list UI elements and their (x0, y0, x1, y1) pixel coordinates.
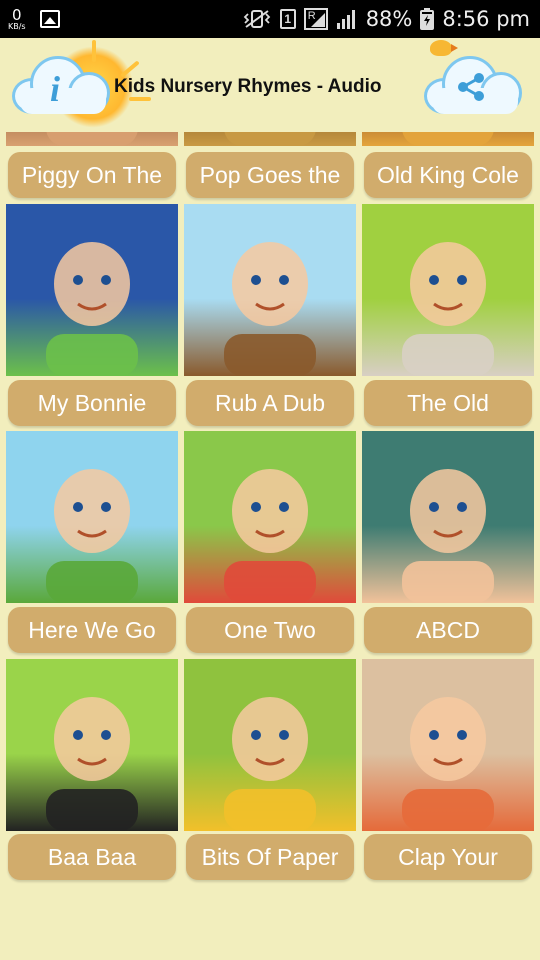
rhyme-thumbnail[interactable] (362, 431, 534, 603)
rhyme-illustration (224, 132, 316, 146)
app-header: i Kids Nursery Rhymes - Audio (0, 38, 540, 132)
network-speed: 0 KB/s (8, 5, 26, 31)
battery-percent: 88% (365, 7, 413, 31)
rhyme-illustration (224, 697, 316, 831)
sim-icon: 1 (279, 9, 296, 29)
rhyme-button[interactable]: Baa Baa (8, 834, 176, 880)
rhyme-illustration (402, 469, 494, 603)
rhyme-thumbnail[interactable] (6, 132, 178, 146)
rhyme-button[interactable]: Pop Goes the (186, 152, 354, 198)
rhyme-illustration (224, 469, 316, 603)
rhyme-illustration (46, 697, 138, 831)
signal-icon (336, 10, 355, 29)
rhyme-button[interactable]: Rub A Dub (186, 380, 354, 426)
battery-charging-icon (420, 8, 435, 30)
network-speed-value: 0 (12, 5, 22, 24)
rhyme-thumbnail[interactable] (362, 204, 534, 376)
image-notification-icon (39, 10, 60, 28)
rhyme-button[interactable]: Bits Of Paper (186, 834, 354, 880)
rhyme-illustration (402, 242, 494, 376)
rhyme-button[interactable]: Old King Cole (364, 152, 532, 198)
rhyme-illustration (224, 242, 316, 376)
rhyme-thumbnail[interactable] (362, 659, 534, 831)
rhyme-button[interactable]: ABCD (364, 607, 532, 653)
vibrate-icon (243, 10, 270, 28)
app-title: Kids Nursery Rhymes - Audio (114, 76, 382, 97)
rhyme-illustration (402, 697, 494, 831)
rhyme-illustration (46, 132, 138, 146)
rhyme-button[interactable]: The Old (364, 380, 532, 426)
status-bar: 0 KB/s 1 R 88% 8:56 pm (0, 0, 540, 38)
rhyme-thumbnail[interactable] (184, 659, 356, 831)
rhyme-thumbnail[interactable] (6, 204, 178, 376)
rhyme-button[interactable]: Piggy On The (8, 152, 176, 198)
rhyme-thumbnail[interactable] (184, 204, 356, 376)
rhyme-button[interactable]: My Bonnie (8, 380, 176, 426)
rhyme-button[interactable]: One Two (186, 607, 354, 653)
rhyme-illustration (46, 469, 138, 603)
clock: 8:56 pm (442, 7, 530, 31)
rhyme-thumbnail[interactable] (362, 132, 534, 146)
rhyme-illustration (46, 242, 138, 376)
rhyme-thumbnail[interactable] (6, 431, 178, 603)
rhyme-thumbnail[interactable] (184, 431, 356, 603)
share-icon (458, 73, 484, 101)
rhymes-grid: Piggy On The Pop Goes the Old King Cole My … (0, 132, 540, 960)
share-button[interactable] (424, 48, 524, 122)
rhyme-thumbnail[interactable] (184, 132, 356, 146)
rhyme-thumbnail[interactable] (6, 659, 178, 831)
roaming-signal-icon: R (303, 8, 328, 30)
info-icon: i (50, 69, 61, 109)
rhyme-illustration (402, 132, 494, 146)
info-button[interactable]: i (12, 48, 112, 122)
rhyme-button[interactable]: Here We Go (8, 607, 176, 653)
network-speed-unit: KB/s (8, 21, 26, 31)
rhyme-button[interactable]: Clap Your (364, 834, 532, 880)
